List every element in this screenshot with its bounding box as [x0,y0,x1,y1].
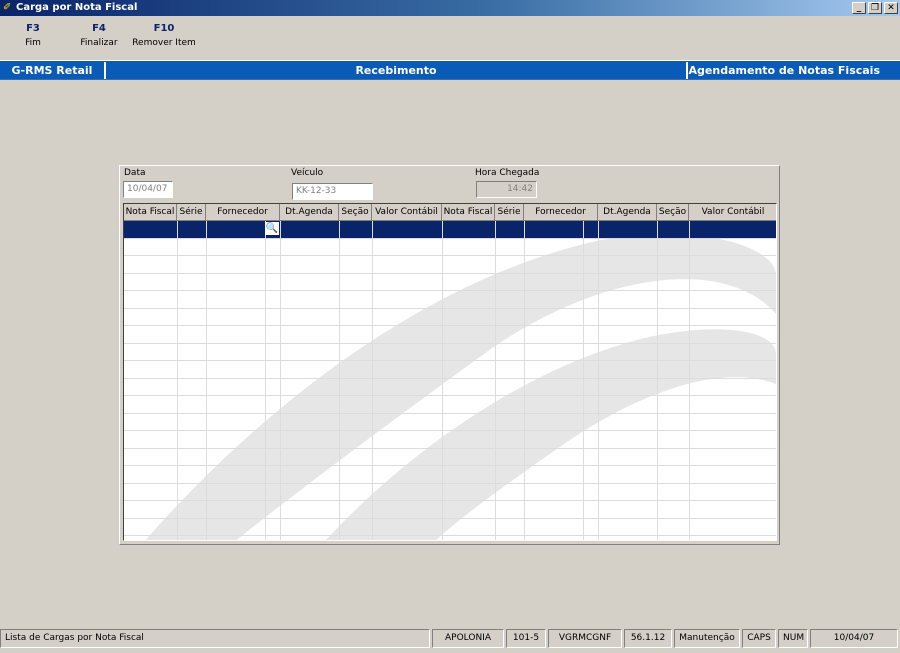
column-divider [495,221,496,540]
screen-name: Agendamento de Notas Fiscais [688,64,880,77]
column-header-dt-agenda[interactable]: Dt.Agenda [280,204,339,221]
fkey-code: F4 [92,23,106,34]
status-caps: CAPS [742,629,776,648]
column-header-valor-contabil-2[interactable]: Valor Contábil [689,204,776,221]
grid-header: Nota Fiscal Série Fornecedor Dt.Agenda S… [124,204,776,221]
window-controls: _ ❐ ✕ [852,2,898,14]
table-row[interactable] [124,484,776,501]
table-row[interactable] [124,379,776,396]
data-field[interactable]: 10/04/07 [123,181,173,198]
hora-chegada-field[interactable]: 14:42 [476,181,537,198]
table-row[interactable] [124,221,776,239]
carga-panel: Data 10/04/07 Veículo KK-12-33 Hora Cheg… [119,165,780,545]
veiculo-label: Veículo [291,168,324,178]
table-row[interactable] [124,239,776,256]
column-header-fornecedor[interactable]: Fornecedor [206,204,280,221]
column-divider [206,221,207,540]
fkey-code: F3 [26,23,40,34]
column-divider [583,221,584,540]
product-name: G-RMS Retail [11,64,93,77]
data-label: Data [124,168,146,178]
table-row[interactable] [124,414,776,431]
status-message: Lista de Cargas por Nota Fiscal [0,629,430,648]
hora-chegada-label: Hora Chegada [475,168,540,178]
fkey-label: Fim [25,38,41,48]
column-header-dt-agenda-2[interactable]: Dt.Agenda [598,204,657,221]
table-row[interactable] [124,326,776,344]
window-title: Carga por Nota Fiscal [16,2,138,13]
table-row[interactable] [124,466,776,484]
window-title-bar[interactable]: ✐ Carga por Nota Fiscal _ ❐ ✕ [0,0,900,16]
column-divider [598,221,599,540]
table-row[interactable] [124,431,776,449]
status-num: NUM [778,629,808,648]
table-row[interactable] [124,291,776,309]
minimize-button[interactable]: _ [852,2,866,14]
fkey-label: Finalizar [80,38,118,48]
status-version: 56.1.12 [624,629,672,648]
column-divider [657,221,658,540]
status-user: APOLONIA [432,629,504,648]
module-name: Recebimento [355,64,437,77]
status-date: 10/04/07 [810,629,898,648]
column-header-fornecedor-2[interactable]: Fornecedor [524,204,598,221]
restore-button[interactable]: ❐ [868,2,882,14]
column-divider [280,221,281,540]
table-row[interactable] [124,256,776,274]
column-divider [689,221,690,540]
fkey-remover-item[interactable]: F10 Remover Item [132,22,196,50]
veiculo-field[interactable]: KK-12-33 [292,183,373,200]
status-bar: Lista de Cargas por Nota Fiscal APOLONIA… [0,629,900,649]
notas-grid[interactable]: Nota Fiscal Série Fornecedor Dt.Agenda S… [123,203,777,541]
column-divider [265,221,266,540]
column-header-secao[interactable]: Seção [339,204,372,221]
column-header-serie-2[interactable]: Série [495,204,524,221]
table-row[interactable] [124,501,776,519]
fkey-fim[interactable]: F3 Fim [18,22,48,50]
fkey-code: F10 [153,23,175,34]
table-row[interactable] [124,519,776,536]
table-row[interactable] [124,344,776,361]
column-header-valor-contabil[interactable]: Valor Contábil [372,204,442,221]
binoculars-icon[interactable]: 🔍 [265,222,279,235]
fkey-label: Remover Item [132,38,196,48]
status-code: 101-5 [506,629,546,648]
column-header-nota-fiscal-2[interactable]: Nota Fiscal [442,204,495,221]
column-divider [442,221,443,540]
column-header-nota-fiscal[interactable]: Nota Fiscal [124,204,177,221]
module-header-band: G-RMS Retail Recebimento Agendamento de … [0,60,900,80]
table-row[interactable] [124,361,776,379]
close-button[interactable]: ✕ [884,2,898,14]
app-icon: ✐ [3,2,12,13]
table-row[interactable] [124,274,776,291]
column-divider [524,221,525,540]
column-header-secao-2[interactable]: Seção [657,204,689,221]
status-program: VGRMCGNF [548,629,622,648]
status-mode: Manutenção [674,629,740,648]
column-divider [177,221,178,540]
column-divider [339,221,340,540]
table-row[interactable] [124,396,776,414]
column-header-serie[interactable]: Série [177,204,206,221]
fkey-finalizar[interactable]: F4 Finalizar [78,22,120,50]
table-row[interactable] [124,449,776,466]
table-row[interactable] [124,309,776,326]
column-divider [372,221,373,540]
